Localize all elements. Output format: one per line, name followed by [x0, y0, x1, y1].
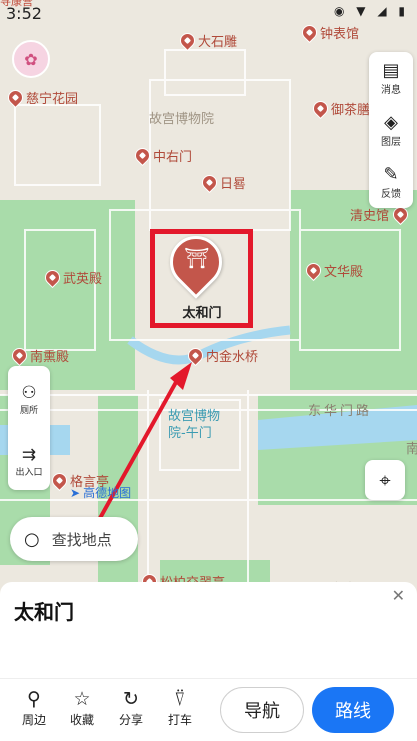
poi-pin-icon	[198, 171, 221, 194]
poi-pin-icon	[8, 344, 31, 367]
entrance-button[interactable]: ⇉ 出入口	[8, 432, 50, 490]
toilet-button[interactable]: ⚇ 厕所	[8, 370, 50, 428]
poi-detail-sheet: 太和门 ✕	[0, 582, 417, 682]
map-view[interactable]: 寻康营 3:52 ◉ ▼ ◢ ▮ ✿ 大石雕 钟表馆 慈宁花园 故宫博物院 御茶…	[0, 0, 417, 600]
facility-panel: ⚇ 厕所 ⇉ 出入口	[8, 366, 50, 490]
status-time: 3:52	[6, 4, 42, 23]
search-bar[interactable]: ○ 查找地点	[10, 517, 138, 561]
share-button[interactable]: ↻ 分享	[109, 687, 153, 728]
logo-arrow-icon: ➤	[70, 485, 81, 500]
gate-icon: ⛩	[184, 246, 210, 270]
bottom-action-bar: ⚲ 周边 ☆ 收藏 ↻ 分享 ⍢ 打车 导航 路线	[0, 678, 417, 741]
poi-wenhuadian[interactable]: 文华殿	[302, 259, 363, 282]
poi-rigui[interactable]: 日晷	[198, 171, 246, 194]
poi-neijinshuiqiao[interactable]: 内金水桥	[184, 344, 258, 367]
favorite-button[interactable]: ☆ 收藏	[60, 687, 104, 728]
poi-zhongbiaoguan[interactable]: 钟表馆	[298, 21, 359, 44]
poi-pin-icon	[184, 344, 207, 367]
toilet-icon: ⚇	[21, 382, 37, 403]
street-south-partial: 南	[406, 442, 417, 457]
label-wumen-gate: 故宫博物院-午门	[168, 409, 221, 441]
layers-button[interactable]: ◈ 图层	[369, 104, 413, 156]
share-icon: ↻	[123, 688, 139, 710]
taxi-button[interactable]: ⍢ 打车	[158, 687, 202, 728]
poi-dashidiao[interactable]: 大石雕	[176, 29, 237, 52]
locate-button[interactable]: ⌖	[365, 460, 405, 500]
avatar[interactable]: ✿	[12, 40, 50, 78]
route-button[interactable]: 路线	[312, 687, 394, 733]
locate-icon: ⌖	[379, 468, 391, 492]
feedback-button[interactable]: ✎ 反馈	[369, 156, 413, 208]
poi-pin-icon	[48, 469, 71, 492]
taxi-icon: ⍢	[174, 688, 186, 710]
status-icons: ◉ ▼ ◢ ▮	[334, 4, 409, 18]
search-placeholder: 查找地点	[51, 530, 112, 549]
poi-wuyingdian[interactable]: 武英殿	[41, 266, 102, 289]
poi-nanxundian[interactable]: 南熏殿	[8, 344, 69, 367]
amap-logo: ➤ 高德地图	[70, 485, 132, 501]
message-button[interactable]: ▤ 消息	[369, 52, 413, 104]
nearby-search-icon: ⚲	[27, 688, 41, 710]
poi-pin-icon	[41, 266, 64, 289]
poi-cininghuayuan[interactable]: 慈宁花园	[4, 86, 78, 109]
poi-pin-icon	[4, 86, 27, 109]
navigate-button[interactable]: 导航	[220, 687, 304, 733]
poi-zhongyoumen[interactable]: 中右门	[131, 144, 192, 167]
close-icon[interactable]: ✕	[392, 586, 405, 605]
poi-pin-icon	[131, 144, 154, 167]
poi-pin-icon	[309, 97, 332, 120]
poi-pin-icon	[302, 259, 325, 282]
feedback-icon: ✎	[383, 163, 399, 185]
search-icon: ○	[24, 528, 40, 550]
layers-icon: ◈	[384, 111, 398, 133]
star-icon: ☆	[73, 688, 91, 710]
sheet-title: 太和门	[14, 600, 74, 624]
entrance-icon: ⇉	[21, 444, 37, 465]
poi-pin-icon	[176, 29, 199, 52]
message-icon: ▤	[382, 59, 400, 81]
map-tools-panel: ▤ 消息 ◈ 图层 ✎ 反馈	[369, 52, 413, 208]
label-palace-museum: 故宫博物院	[149, 112, 215, 127]
selected-poi-label: 太和门	[182, 306, 222, 321]
street-donghuamen: 东华门路	[308, 404, 373, 419]
poi-pin-icon	[298, 21, 321, 44]
nearby-button[interactable]: ⚲ 周边	[12, 687, 56, 728]
